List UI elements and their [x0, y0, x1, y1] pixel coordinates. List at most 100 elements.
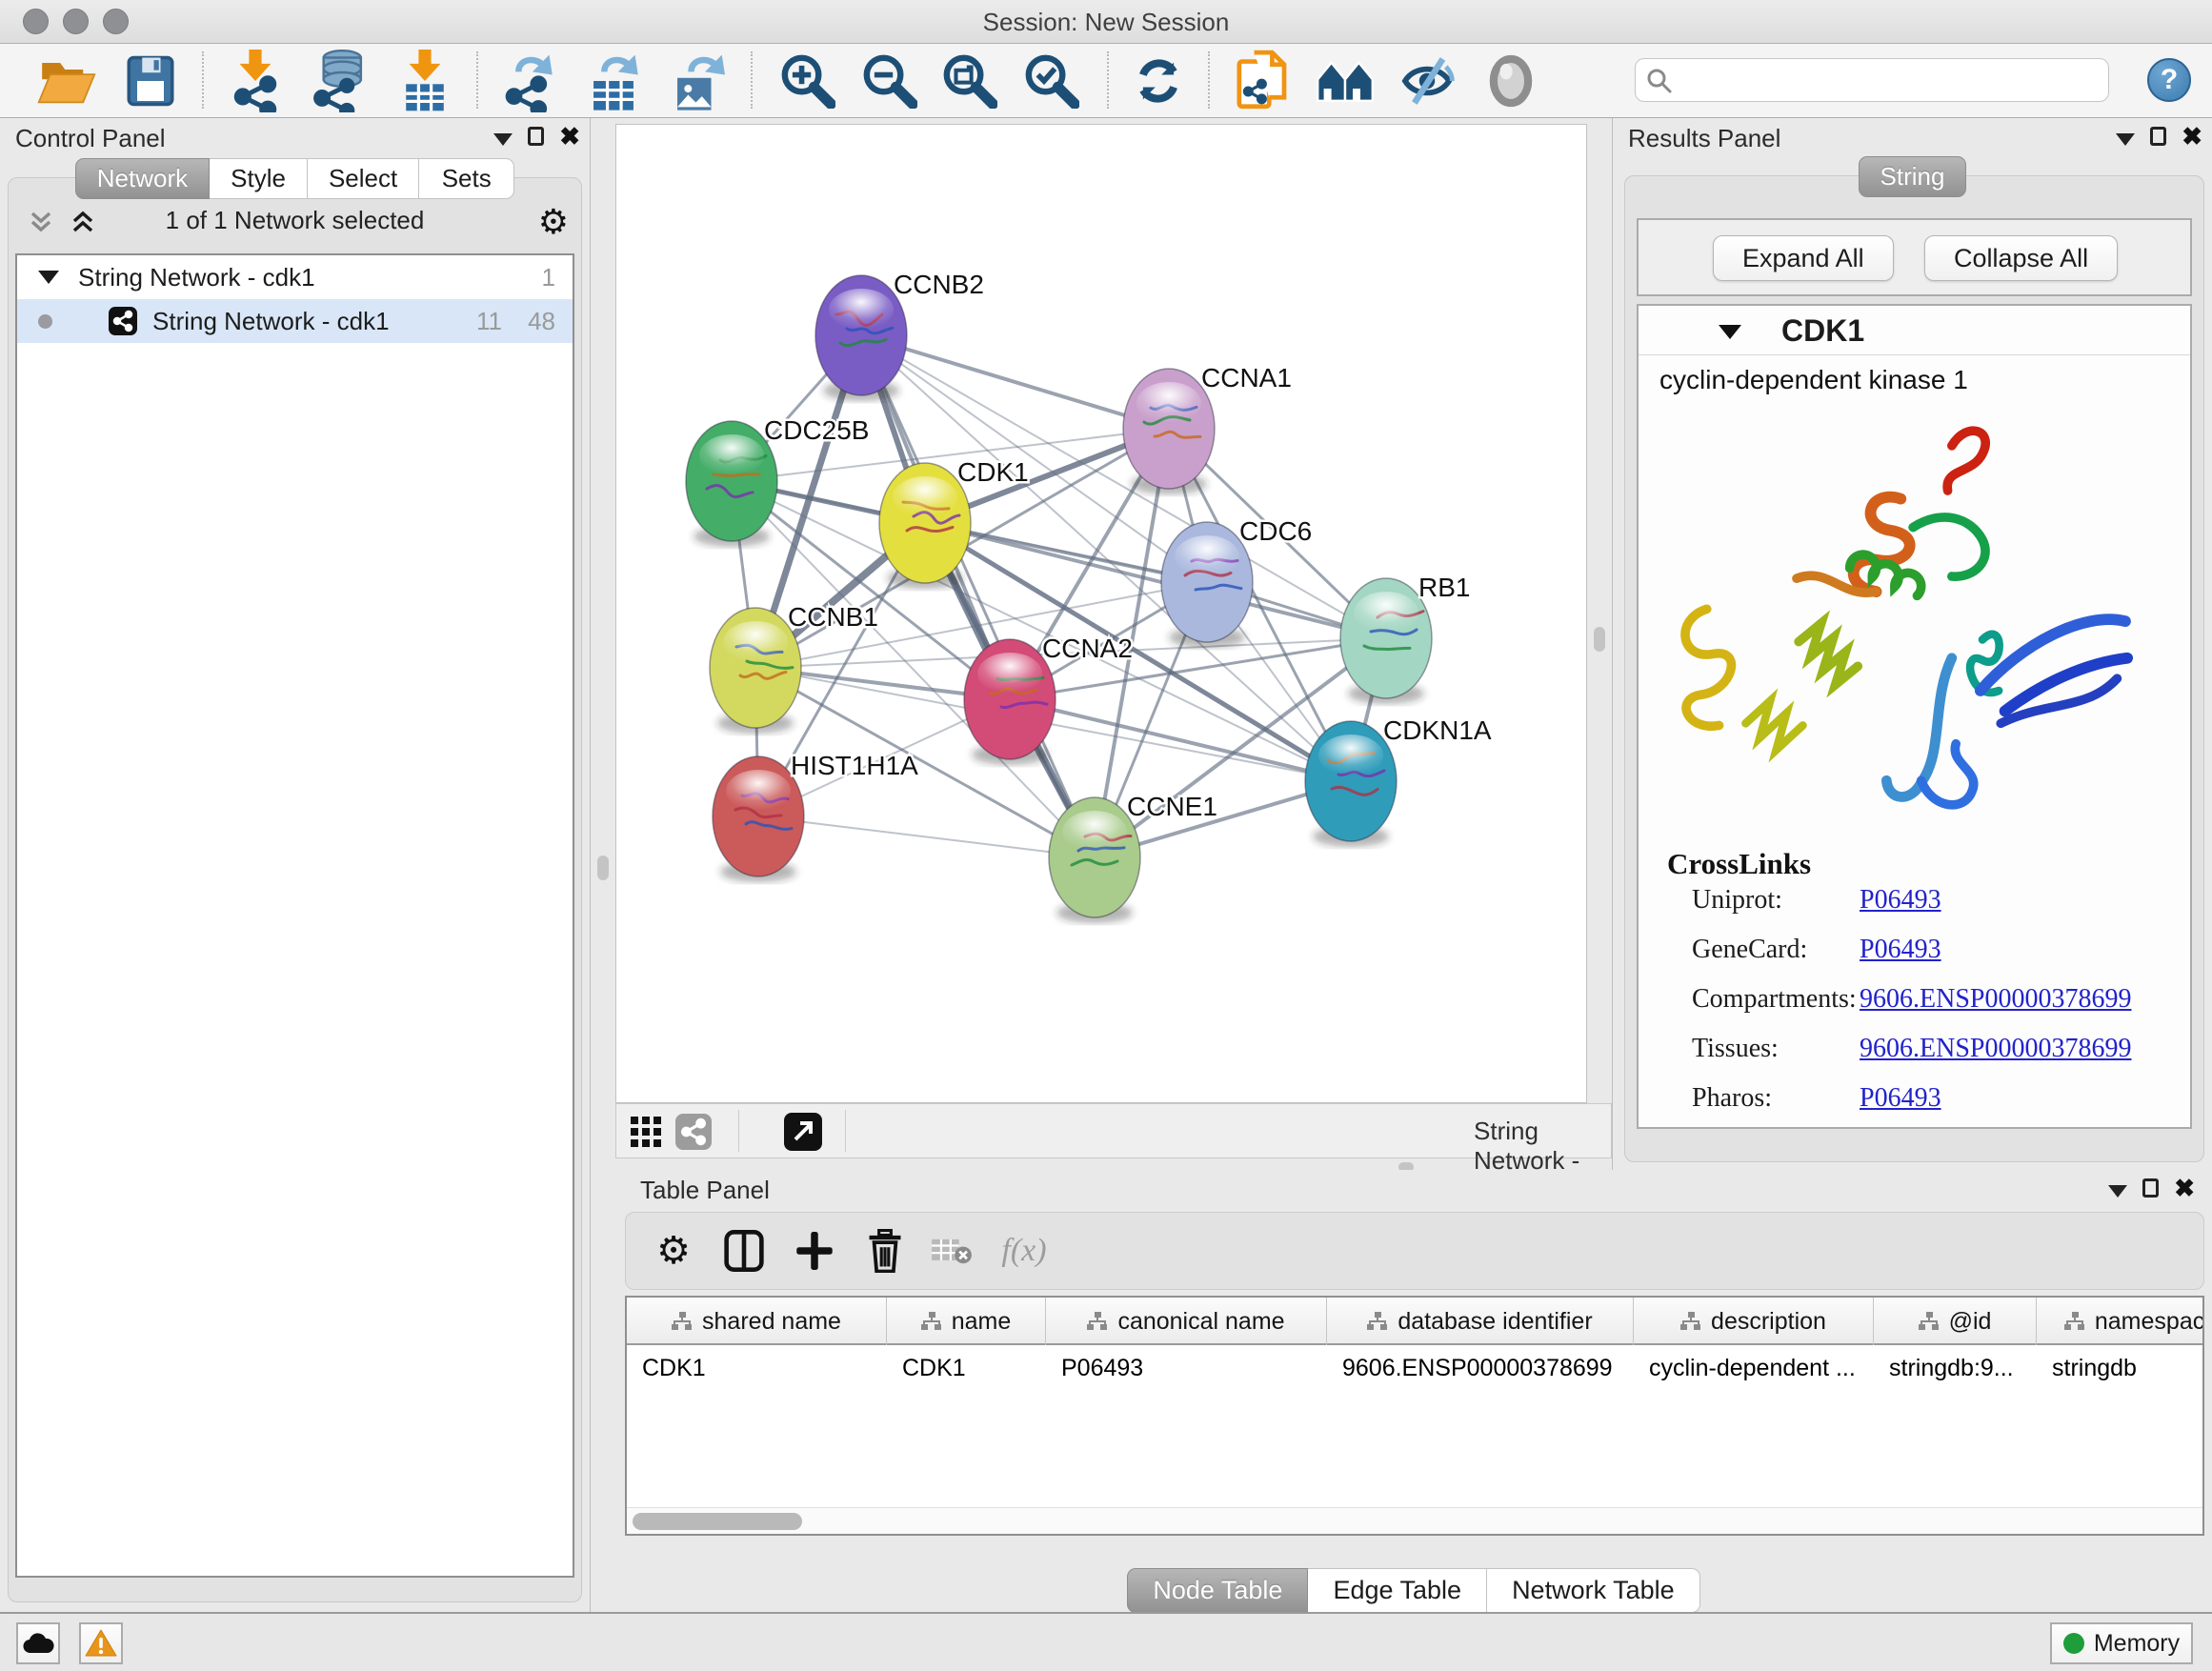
import-network-database-icon[interactable] [310, 50, 369, 112]
network-node-HIST1H1A[interactable]: HIST1H1A [713, 751, 918, 882]
search-input[interactable] [1681, 61, 2101, 99]
network-bullet-icon [38, 314, 52, 329]
left-splitter[interactable] [591, 118, 615, 1612]
network-share-view-icon[interactable] [675, 1114, 712, 1150]
crosslink-label: Tissues: [1692, 1034, 1779, 1064]
import-network-file-icon[interactable] [229, 50, 282, 112]
network-node-CDC25B[interactable]: CDC25B [686, 415, 869, 547]
crosslink-uniprot-link[interactable]: P06493 [1860, 885, 1941, 916]
zoom-in-icon[interactable] [780, 53, 835, 109]
column-header[interactable]: database identifier [1327, 1298, 1634, 1345]
tab-string[interactable]: String [1859, 156, 1967, 197]
panel-collapse-icon[interactable] [2116, 133, 2135, 146]
right-splitter[interactable] [1587, 118, 1612, 1170]
collapse-all-button[interactable]: Collapse All [1924, 235, 2118, 281]
panel-close-icon[interactable]: ✖ [2182, 124, 2202, 149]
tab-edge-table[interactable]: Edge Table [1308, 1568, 1487, 1613]
birds-eye-view-icon[interactable] [784, 1113, 822, 1151]
tab-sets[interactable]: Sets [419, 158, 514, 199]
hide-selected-icon[interactable] [1398, 54, 1456, 108]
column-header[interactable]: namespace [2037, 1298, 2204, 1345]
column-header[interactable]: description [1634, 1298, 1874, 1345]
window-titlebar: Session: New Session [0, 0, 2212, 44]
group-nodes-icon[interactable] [1315, 57, 1376, 105]
open-file-icon[interactable] [37, 54, 96, 108]
crosslink-pharos-link[interactable]: P06493 [1860, 1083, 1941, 1114]
network-node-CCNB2[interactable]: CCNB2 [815, 270, 984, 401]
expand-all-button[interactable]: Expand All [1713, 235, 1894, 281]
results-panel-title: Results Panel [1628, 124, 1780, 153]
tab-style[interactable]: Style [210, 158, 308, 199]
column-header[interactable]: shared name [627, 1298, 887, 1345]
scrollbar-thumb[interactable] [633, 1513, 802, 1530]
network-selection-row: 1 of 1 Network selected ⚙ [13, 200, 576, 242]
network-node-CDKN1A[interactable]: CDKN1A [1305, 715, 1492, 847]
network-node-CCNA2[interactable]: CCNA2 [964, 634, 1133, 765]
tab-network-table[interactable]: Network Table [1487, 1568, 1700, 1613]
node-table[interactable]: shared name name canonical name database… [625, 1296, 2204, 1536]
toolbar-search [1635, 58, 2109, 102]
network-edge-count: 48 [528, 299, 555, 343]
tab-select[interactable]: Select [308, 158, 419, 199]
create-column-plus-icon[interactable] [795, 1230, 834, 1272]
network-node-CCNA1[interactable]: CCNA1 [1123, 363, 1292, 494]
toolbar-separator [751, 51, 753, 109]
export-network-icon[interactable] [500, 50, 555, 112]
node-label: CDC25B [764, 415, 869, 445]
gene-collapse-icon[interactable] [1719, 325, 1741, 339]
export-table-icon[interactable] [586, 50, 641, 112]
function-builder-icon[interactable]: f(x) [1001, 1233, 1046, 1269]
network-row-selected[interactable]: String Network - cdk1 11 48 [17, 299, 573, 343]
table-settings-gear-icon[interactable]: ⚙ [656, 1229, 691, 1273]
show-graphics-details-icon[interactable] [1485, 54, 1537, 108]
cloud-status-button[interactable] [16, 1622, 60, 1664]
zoom-selected-icon[interactable] [1024, 53, 1079, 109]
network-options-gear-icon[interactable]: ⚙ [538, 202, 569, 242]
column-header[interactable]: @id [1874, 1298, 2037, 1345]
grid-view-icon[interactable] [630, 1116, 662, 1148]
refresh-layout-icon[interactable] [1131, 53, 1186, 109]
delete-column-trash-icon[interactable] [867, 1229, 903, 1273]
network-graph[interactable]: CCNB2CCNA1CDC25BCDK1CDC6RB1CCNB1CCNA2CDK… [616, 125, 1586, 1102]
horizontal-scrollbar[interactable] [627, 1507, 2202, 1534]
cell-id: stringdb:9... [1874, 1347, 2037, 1389]
network-node-RB1[interactable]: RB1 [1340, 573, 1470, 704]
toolbar-separator [476, 51, 478, 109]
panel-float-icon[interactable] [528, 127, 544, 146]
save-session-icon[interactable] [124, 54, 177, 108]
tab-node-table[interactable]: Node Table [1127, 1568, 1308, 1613]
string-documents-icon[interactable] [1236, 50, 1291, 112]
column-header[interactable]: canonical name [1046, 1298, 1327, 1345]
panel-collapse-icon[interactable] [493, 133, 513, 146]
node-label: CCNB2 [894, 270, 984, 299]
panel-close-icon[interactable]: ✖ [559, 124, 580, 149]
tab-network[interactable]: Network [75, 158, 210, 199]
network-node-CCNE1[interactable]: CCNE1 [1049, 792, 1217, 923]
delete-table-icon[interactable] [931, 1234, 973, 1268]
crosslink-tissues-link[interactable]: 9606.ENSP00000378699 [1860, 1034, 2131, 1064]
crosslink-compartments-link[interactable]: 9606.ENSP00000378699 [1860, 984, 2131, 1015]
import-table-icon[interactable] [398, 50, 452, 112]
panel-collapse-icon[interactable] [2108, 1185, 2127, 1198]
panel-close-icon[interactable]: ✖ [2174, 1176, 2195, 1200]
network-collection-row[interactable]: String Network - cdk1 1 [17, 255, 573, 299]
memory-button[interactable]: Memory [2050, 1622, 2193, 1664]
zoom-out-icon[interactable] [862, 53, 917, 109]
network-node-CCNB1[interactable]: CCNB1 [710, 602, 878, 734]
table-toolbar: ⚙ f(x) [625, 1212, 2204, 1290]
crosslink-label: Compartments: [1692, 984, 1857, 1015]
help-button[interactable]: ? [2147, 58, 2191, 102]
column-header[interactable]: name [887, 1298, 1046, 1345]
panel-float-icon[interactable] [2150, 127, 2166, 146]
warning-status-button[interactable] [79, 1622, 123, 1664]
crosslink-genecard-link[interactable]: P06493 [1860, 935, 1941, 965]
zoom-fit-icon[interactable] [942, 53, 997, 109]
export-image-icon[interactable] [670, 50, 725, 112]
show-columns-icon[interactable] [724, 1229, 764, 1273]
tree-expand-icon[interactable] [38, 271, 59, 284]
gene-entry-header[interactable]: CDK1 [1639, 306, 2190, 355]
network-canvas[interactable]: CCNB2CCNA1CDC25BCDK1CDC6RB1CCNB1CCNA2CDK… [615, 124, 1587, 1103]
panel-float-icon[interactable] [2142, 1178, 2159, 1198]
table-row[interactable]: CDK1 CDK1 P06493 9606.ENSP00000378699 cy… [627, 1347, 2204, 1389]
table-panel-title: Table Panel [640, 1176, 770, 1205]
